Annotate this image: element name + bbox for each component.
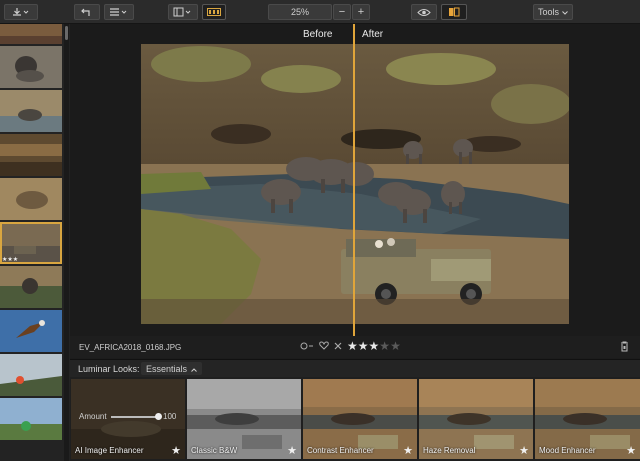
- zoom-level[interactable]: 25%: [268, 4, 332, 20]
- zoom-out-button[interactable]: −: [333, 4, 351, 20]
- layout-button[interactable]: [168, 4, 198, 20]
- reject-button[interactable]: [334, 339, 342, 353]
- looks-title: Luminar Looks:: [78, 364, 140, 374]
- tools-label: Tools: [537, 7, 559, 17]
- filmstrip-thumbnail-selected[interactable]: ★★★: [0, 222, 62, 264]
- compare-icon: [448, 7, 460, 17]
- favorite-star-icon[interactable]: ★: [519, 444, 529, 457]
- trash-icon: [620, 341, 629, 354]
- menu-list-button[interactable]: [104, 4, 134, 20]
- compare-toggle-button[interactable]: [441, 4, 467, 20]
- export-icon: [12, 7, 30, 17]
- delete-button[interactable]: [620, 341, 629, 354]
- look-ai-image-enhancer[interactable]: Amount 100 AI Image Enhancer ★: [71, 379, 185, 459]
- like-button[interactable]: [319, 339, 329, 353]
- circle-icon: [300, 339, 314, 353]
- favorite-star-icon[interactable]: ★: [626, 444, 636, 457]
- look-name: Classic B&W: [191, 446, 238, 455]
- filmstrip: ★★★: [0, 24, 70, 461]
- layout-icon: [173, 7, 193, 17]
- amount-label: Amount: [79, 412, 107, 421]
- tools-menu-button[interactable]: Tools: [533, 4, 573, 20]
- thumbnail-rating: ★★★: [2, 257, 19, 263]
- filmstrip-thumbnail[interactable]: [0, 134, 62, 176]
- amount-slider[interactable]: [111, 416, 159, 418]
- chevron-up-icon: [191, 364, 197, 374]
- star-filled-icon[interactable]: ★: [347, 339, 358, 353]
- top-toolbar: 25% − + Tools: [0, 0, 640, 24]
- look-name: Haze Removal: [423, 446, 476, 455]
- look-contrast-enhancer[interactable]: Contrast Enhancer ★: [303, 379, 417, 459]
- eye-icon: [417, 8, 431, 17]
- filmstrip-thumbnail[interactable]: [0, 90, 62, 132]
- look-mood-enhancer[interactable]: Mood Enhancer ★: [535, 379, 640, 459]
- x-icon: [334, 339, 342, 353]
- filmstrip-thumbnail[interactable]: [0, 178, 62, 220]
- filmstrip-thumbnail[interactable]: [0, 46, 62, 88]
- star-filled-icon[interactable]: ★: [358, 339, 369, 353]
- main-photo: [141, 44, 569, 324]
- look-classic-bw[interactable]: Classic B&W ★: [187, 379, 301, 459]
- scrollbar-thumb[interactable]: [65, 26, 68, 40]
- filmstrip-icon: [207, 8, 221, 16]
- filmstrip-thumbnail[interactable]: [0, 24, 62, 44]
- favorite-star-icon[interactable]: ★: [171, 444, 181, 457]
- export-button[interactable]: [4, 4, 38, 20]
- amount-value: 100: [163, 412, 177, 421]
- image-filename: EV_AFRICA2018_0168.JPG: [79, 343, 182, 352]
- filmstrip-thumbnail[interactable]: [0, 398, 62, 440]
- favorite-star-icon[interactable]: ★: [287, 444, 297, 457]
- looks-category-dropdown[interactable]: Essentials: [141, 362, 203, 375]
- rating-controls: ★★★★★: [300, 339, 401, 353]
- star-filled-icon[interactable]: ★: [369, 339, 380, 353]
- before-after-divider[interactable]: [353, 24, 355, 336]
- heart-icon: [319, 339, 329, 353]
- chevron-down-icon: [562, 7, 568, 17]
- undo-button[interactable]: [74, 4, 100, 20]
- look-name: Mood Enhancer: [539, 446, 596, 455]
- filmstrip-scrollbar[interactable]: [64, 24, 69, 461]
- zoom-in-button[interactable]: +: [352, 4, 370, 20]
- filmstrip-thumbnail[interactable]: [0, 310, 62, 352]
- amount-slider-knob[interactable]: [155, 413, 162, 420]
- filmstrip-thumbnail[interactable]: [0, 354, 62, 396]
- filmstrip-thumbnail[interactable]: [0, 266, 62, 308]
- after-label: After: [362, 29, 384, 40]
- menu-list-icon: [109, 7, 129, 17]
- color-label-button[interactable]: [300, 339, 314, 353]
- look-name: Contrast Enhancer: [307, 446, 374, 455]
- star-empty-icon[interactable]: ★: [390, 339, 401, 353]
- star-empty-icon[interactable]: ★: [379, 339, 390, 353]
- look-name: AI Image Enhancer: [75, 446, 144, 455]
- star-rating[interactable]: ★★★★★: [347, 339, 401, 353]
- favorite-star-icon[interactable]: ★: [403, 444, 413, 457]
- filmstrip-toggle-button[interactable]: [202, 4, 226, 20]
- before-label: Before: [303, 29, 333, 40]
- preview-toggle-button[interactable]: [411, 4, 437, 20]
- undo-icon: [81, 7, 93, 17]
- look-haze-removal[interactable]: Haze Removal ★: [419, 379, 533, 459]
- looks-category-label: Essentials: [146, 363, 188, 374]
